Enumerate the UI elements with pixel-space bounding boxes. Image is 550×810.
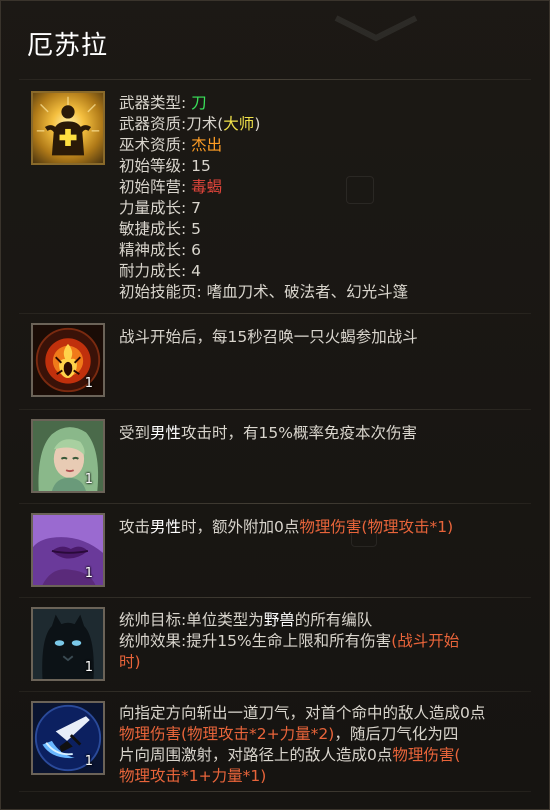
trait-description: 战斗开始后，每15秒召唤一只火蝎参加战斗 — [119, 328, 418, 346]
stat-value: 7 — [191, 199, 202, 217]
stat-agility-growth: 敏捷成长: 5 — [119, 219, 529, 240]
divider — [19, 503, 531, 504]
trait-description-line: 片向周围激射，对路径上的敌人造成0点物理伤害( — [119, 745, 529, 766]
trait-description-line: 时) — [119, 652, 529, 673]
stat-label: 力量成长: — [119, 199, 187, 217]
trait-male-damage-icon[interactable]: 1 — [31, 513, 105, 587]
stat-value: 杰出 — [191, 136, 223, 154]
trait-level-badge: 1 — [84, 660, 93, 675]
text-segment: ，随后刀气化为四 — [334, 725, 459, 743]
text-segment: 攻击时，有15%概率免疫本次伤害 — [181, 424, 417, 442]
trait-description-line: 统帅效果:提升15%生命上限和所有伤害(战斗开始 — [119, 631, 529, 652]
hero-class-healer-icon[interactable] — [31, 91, 105, 165]
stat-value: 15 — [191, 157, 211, 175]
trait-level-badge: 1 — [84, 376, 93, 391]
text-segment: 的所有编队 — [294, 611, 373, 629]
hero-stats: 武器类型: 刀 武器资质:刀术(大师) 巫术资质: 杰出 初始等级: 15 初始… — [119, 93, 529, 303]
trait-command-beast-text: 统帅目标:单位类型为野兽的所有编队 统帅效果:提升15%生命上限和所有伤害(战斗… — [119, 610, 529, 673]
healer-figure-icon — [36, 96, 100, 156]
stat-skill-pages: 初始技能页: 嗜血刀术、破法者、幻光斗篷 — [119, 282, 529, 303]
stat-label: 耐力成长: — [119, 262, 187, 280]
stat-value: 6 — [191, 241, 202, 259]
highlight-gender: 男性 — [150, 518, 182, 536]
stat-value: 4 — [191, 262, 202, 280]
divider — [19, 791, 531, 792]
stat-label: 巫术资质: — [119, 136, 187, 154]
text-segment: 统帅效果:提升15%生命上限和所有伤害 — [119, 632, 392, 650]
trait-male-damage-text: 攻击男性时，额外附加0点物理伤害(物理攻击*1) — [119, 517, 529, 538]
trait-blade-wave-icon[interactable]: 1 — [31, 701, 105, 775]
trait-fire-scorpion-text: 战斗开始后，每15秒召唤一只火蝎参加战斗 — [119, 327, 529, 348]
background-chevron-icon — [334, 15, 418, 42]
trait-command-beast-icon[interactable]: 1 — [31, 607, 105, 681]
stat-witch-aptitude: 巫术资质: 杰出 — [119, 135, 529, 156]
divider — [19, 597, 531, 598]
stat-value: 刀术( — [186, 115, 224, 133]
divider — [19, 313, 531, 314]
stat-initial-camp: 初始阵营: 毒蝎 — [119, 177, 529, 198]
highlight-gender: 男性 — [150, 424, 182, 442]
stat-strength-growth: 力量成长: 7 — [119, 198, 529, 219]
hero-info-panel: 厄苏拉 武器类型: 刀 武器资质:刀术(大师) 巫术资质: 杰出 初始等级: 1… — [0, 0, 550, 810]
stat-label: 武器类型: — [119, 94, 187, 112]
trait-blade-wave-text: 向指定方向斩出一道刀气，对首个命中的敌人造成0点 物理伤害(物理攻击*2+力量*… — [119, 703, 529, 787]
text-segment: 片向周围激射，对路径上的敌人造成0点 — [119, 746, 393, 764]
trait-description-line: 向指定方向斩出一道刀气，对首个命中的敌人造成0点 — [119, 704, 486, 722]
text-segment: 时，额外附加0点 — [181, 518, 300, 536]
text-segment: 攻击 — [119, 518, 151, 536]
stat-label: 敏捷成长: — [119, 220, 187, 238]
stat-label: 初始等级: — [119, 157, 187, 175]
trait-fire-scorpion-icon[interactable]: 1 — [31, 323, 105, 397]
stat-value: 刀 — [191, 94, 207, 112]
stat-spirit-growth: 精神成长: 6 — [119, 240, 529, 261]
stat-value: 嗜血刀术、破法者、幻光斗篷 — [206, 283, 409, 301]
trait-description-line: 统帅目标:单位类型为野兽的所有编队 — [119, 610, 529, 631]
stat-value: 毒蝎 — [191, 178, 223, 196]
text-segment: 受到 — [119, 424, 151, 442]
condition-text: 时) — [119, 653, 141, 671]
stat-initial-level: 初始等级: 15 — [119, 156, 529, 177]
stat-weapon-aptitude: 武器资质:刀术(大师) — [119, 114, 529, 135]
trait-description-line: 物理伤害(物理攻击*2+力量*2)，随后刀气化为四 — [119, 724, 529, 745]
trait-immune-male-icon[interactable]: 1 — [31, 419, 105, 493]
condition-text: (战斗开始 — [391, 632, 460, 650]
stat-label: 初始阵营: — [119, 178, 187, 196]
trait-description: 攻击男性时，额外附加0点物理伤害(物理攻击*1) — [119, 517, 529, 538]
divider — [19, 409, 531, 410]
damage-formula: 物理攻击*1+力量*1) — [119, 767, 267, 785]
stat-label: 精神成长: — [119, 241, 187, 259]
trait-description: 受到男性攻击时，有15%概率免疫本次伤害 — [119, 423, 529, 444]
stat-label: 初始技能页: — [119, 283, 202, 301]
stat-rank: 大师 — [223, 115, 255, 133]
trait-level-badge: 1 — [84, 566, 93, 581]
text-segment: 统帅目标:单位类型为 — [119, 611, 264, 629]
damage-formula: 物理伤害( — [392, 746, 461, 764]
stat-value: 5 — [191, 220, 202, 238]
stat-endurance-growth: 耐力成长: 4 — [119, 261, 529, 282]
trait-description-line: 物理攻击*1+力量*1) — [119, 766, 529, 787]
trait-immune-male-text: 受到男性攻击时，有15%概率免疫本次伤害 — [119, 423, 529, 444]
hero-name-title: 厄苏拉 — [27, 31, 109, 61]
divider — [19, 691, 531, 692]
damage-formula: 物理伤害(物理攻击*2+力量*2) — [119, 725, 335, 743]
trait-level-badge: 1 — [84, 472, 93, 487]
trait-level-badge: 1 — [84, 754, 93, 769]
stat-label: 武器资质: — [119, 115, 187, 133]
highlight-unit-type: 野兽 — [263, 611, 295, 629]
stat-weapon-type: 武器类型: 刀 — [119, 93, 529, 114]
stat-value-end: ) — [254, 115, 261, 133]
damage-formula: 物理伤害(物理攻击*1) — [299, 518, 454, 536]
divider — [19, 79, 531, 80]
